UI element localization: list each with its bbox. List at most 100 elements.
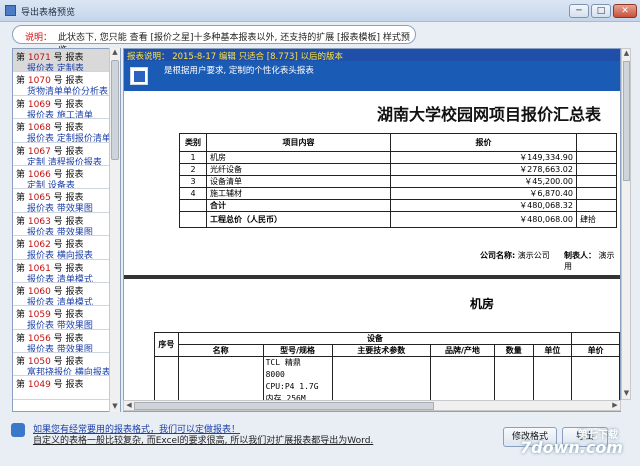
sidebar-item[interactable]: 第 1066 号 报表 定制 设备表	[13, 166, 120, 190]
scroll-thumb[interactable]	[623, 61, 630, 181]
title-bar: 导出表格预览 ─ □ ✕	[0, 0, 640, 22]
maximize-button[interactable]: □	[591, 4, 611, 18]
close-button[interactable]: ✕	[613, 4, 637, 18]
col-header: 品牌/产地	[429, 344, 496, 357]
spec-cell: TCL 精鼎 8000 CPU:P4 1.7G 内存 256M	[262, 356, 333, 407]
maker-label: 制表人：	[564, 251, 596, 260]
scroll-left-icon[interactable]: ◀	[124, 401, 134, 411]
preview-description: 是根据用户要求, 定制的个性化表头报表	[124, 61, 620, 91]
cell-name: 施工辅材	[206, 187, 391, 200]
company-value: 演示公司	[517, 251, 550, 260]
table-row: 1 机房 ￥149,334.90	[179, 151, 617, 164]
window-title: 导出表格预览	[21, 8, 76, 18]
cell-name: 机房	[206, 151, 391, 164]
sidebar-item[interactable]: 第 1069 号 报表 报价表 施工清单	[13, 96, 120, 120]
table-row: 2 光纤设备 ￥278,663.02	[179, 163, 617, 176]
total-row: 工程总价（人民币） ￥480,068.00 肆拾	[179, 211, 617, 228]
item-prefix: 第	[16, 310, 26, 321]
cell-name: 光纤设备	[206, 163, 391, 176]
scroll-down-icon[interactable]: ▼	[622, 389, 631, 399]
scroll-right-icon[interactable]: ▶	[610, 401, 620, 411]
cell-idx: 2	[179, 163, 207, 176]
cell-price: ￥278,663.02	[390, 163, 577, 176]
section-title: 机房	[470, 297, 495, 311]
preview-horizontal-scrollbar[interactable]: ◀ ▶	[123, 400, 621, 411]
sidebar-item-subtitle: 报价表 带效果图	[27, 227, 93, 237]
sidebar-item[interactable]: 第 1065 号 报表 报价表 带效果图	[13, 189, 120, 213]
spec-line: TCL 精鼎	[265, 358, 301, 367]
item-prefix: 第	[16, 240, 26, 251]
sidebar-item[interactable]: 第 1056 号 报表 报价表 带效果图	[13, 330, 120, 354]
sidebar-item-subtitle: 富邦挠报价 横向报表	[27, 368, 111, 377]
watermark-sub: 第七下载	[578, 430, 618, 441]
item-prefix: 第	[16, 357, 26, 368]
col-header	[576, 133, 617, 152]
sidebar-item-subtitle: 报价表 定制表	[27, 64, 84, 73]
item-prefix: 第	[16, 99, 26, 110]
sidebar-item[interactable]: 第 1059 号 报表 报价表 带效果图	[13, 306, 120, 330]
item-prefix: 第	[16, 53, 26, 63]
scroll-thumb[interactable]	[134, 402, 434, 410]
subtotal-label: 合计	[206, 199, 391, 212]
sidebar-item-subtitle: 报价表 带效果图	[27, 204, 93, 213]
table-row: 3 设备清单 ￥45,200.00	[179, 175, 617, 188]
table-row: 4 施工辅材 ￥6,870.40	[179, 187, 617, 200]
sidebar-item-subtitle: 报价表 清单模式	[27, 274, 93, 283]
item-prefix: 第	[16, 263, 26, 274]
sidebar-item[interactable]: 第 1070 号 报表 货物清单单价分析表	[13, 72, 120, 96]
col-header: 报价	[390, 133, 577, 152]
sidebar-item[interactable]: 第 1049 号 报表	[13, 376, 120, 400]
item-prefix: 第	[16, 76, 26, 87]
company-label: 公司名称:	[480, 251, 516, 260]
minimize-button[interactable]: ─	[569, 4, 589, 18]
scroll-down-icon[interactable]: ▼	[110, 402, 120, 412]
report-list-scrollbar[interactable]: ▲ ▼	[109, 48, 120, 412]
preview-description-text: 是根据用户要求, 定制的个性化表头报表	[164, 66, 314, 76]
info-icon	[11, 423, 25, 437]
cell-idx: 1	[179, 151, 207, 164]
sidebar-item[interactable]: 第 1071 号 报表 报价表 定制表	[13, 49, 120, 73]
app-icon	[5, 5, 16, 16]
scroll-up-icon[interactable]: ▲	[622, 49, 631, 59]
page-separator	[124, 275, 620, 279]
scroll-up-icon[interactable]: ▲	[110, 48, 120, 58]
sidebar-item[interactable]: 第 1067 号 报表 定制 清程报价报表	[13, 143, 120, 166]
sidebar-item-subtitle: 报价表 施工清单	[27, 110, 93, 120]
col-header: 名称	[177, 344, 264, 357]
sidebar-item[interactable]: 第 1063 号 报表 报价表 带效果图	[13, 213, 120, 237]
sidebar-item-subtitle: 报价表 带效果图	[27, 344, 93, 354]
item-prefix: 第	[16, 380, 26, 391]
sidebar-item-subtitle: 定制 清程报价报表	[27, 157, 102, 166]
sidebar-item-title: 第 1049 号 报表	[16, 377, 84, 390]
cell-price: ￥6,870.40	[390, 187, 577, 200]
col-header: 项目内容	[206, 133, 391, 152]
cell-price: ￥149,334.90	[390, 151, 577, 164]
sidebar-item[interactable]: 第 1050 号 报表 富邦挠报价 横向报表	[13, 353, 120, 377]
sidebar-item-subtitle: 货物清单单价分析表	[27, 87, 109, 96]
device-table: 序号 设备 名称 型号/规格 主要技术参数 品牌/产地 数量 单位 单价 TCL…	[154, 332, 620, 407]
preview-vertical-scrollbar[interactable]: ▲ ▼	[621, 48, 631, 400]
watermark: 7down.com 第七下载	[520, 426, 640, 466]
word-doc-icon	[130, 67, 148, 85]
sidebar-item[interactable]: 第 1062 号 报表 报价表 横向报表	[13, 236, 120, 260]
scroll-thumb[interactable]	[111, 60, 119, 160]
sidebar-item-subtitle: 报价表 带效果图	[27, 321, 93, 330]
notice-label: 说明：	[25, 33, 53, 43]
sidebar-item[interactable]: 第 1061 号 报表 报价表 清单模式	[13, 260, 120, 283]
sidebar-item[interactable]: 第 1068 号 报表 报价表 定制报价清单表	[13, 119, 120, 143]
report-number: 1049	[27, 380, 51, 391]
summary-table: 类别 项目内容 报价 1 机房 ￥149,334.90 2 光纤设备 ￥278,663.…	[179, 133, 617, 228]
table-row: TCL 精鼎 8000 CPU:P4 1.7G 内存 256M	[154, 356, 620, 407]
col-header: 型号/规格	[262, 344, 333, 357]
preview-header: 报表说明： 2015-8-17 编辑 只适合 [8.773] 以后的版本	[124, 49, 620, 62]
footer-note: 自定义的表格一般比较复杂, 而Excel的要求很高, 所以我们对扩展报表都导出为…	[33, 436, 374, 446]
report-list: 第 1071 号 报表 报价表 定制表第 1070 号 报表 货物清单单价分析表第 …	[12, 48, 121, 412]
cell-idx: 4	[179, 187, 207, 200]
col-header: 单价	[571, 344, 620, 357]
sidebar-item-subtitle: 报价表 定制报价清单表	[27, 134, 120, 143]
subtotal-row: 合计 ￥480,068.32	[179, 199, 617, 212]
subtotal-value: ￥480,068.32	[390, 199, 577, 212]
item-prefix: 第	[16, 286, 26, 297]
sidebar-item[interactable]: 第 1060 号 报表 报价表 清单模式	[13, 283, 120, 307]
total-extra: 肆拾	[576, 211, 617, 228]
